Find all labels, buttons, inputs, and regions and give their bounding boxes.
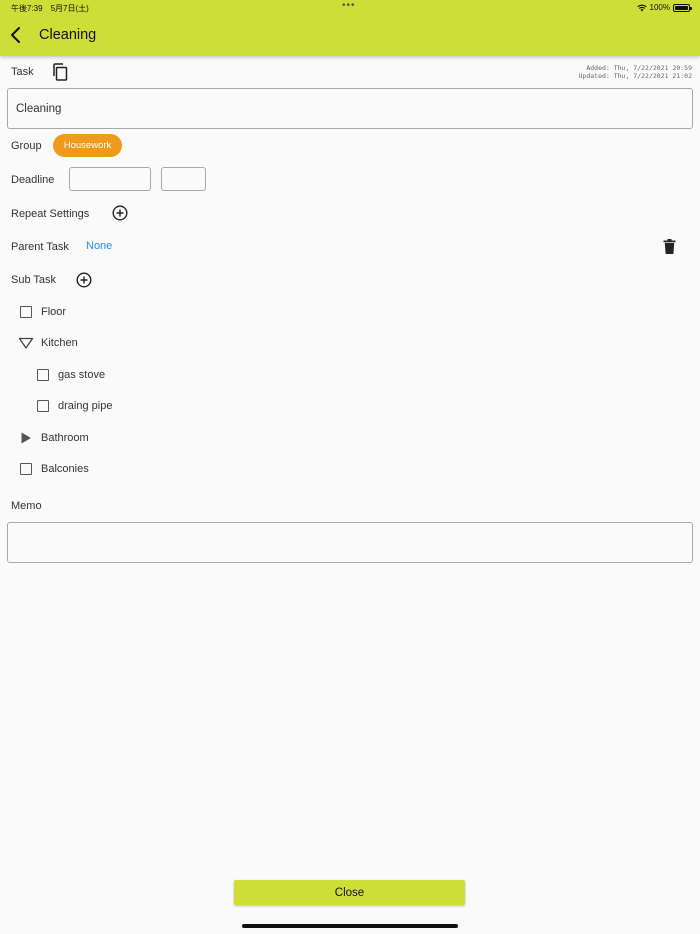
subtask-label: Kitchen: [41, 337, 78, 349]
subtask-label: draing pipe: [58, 400, 113, 412]
add-subtask-button[interactable]: [76, 272, 92, 288]
task-label: Task: [11, 66, 34, 78]
subtask-item-balconies[interactable]: Balconies: [20, 459, 89, 479]
subtask-label: Floor: [41, 306, 67, 318]
trash-icon[interactable]: [663, 239, 676, 254]
add-repeat-button[interactable]: [112, 205, 128, 221]
multitask-dots[interactable]: •••: [342, 0, 356, 11]
memo-label: Memo: [11, 500, 42, 512]
parent-task-label: Parent Task: [11, 241, 69, 253]
back-button[interactable]: [6, 24, 28, 46]
collapsed-triangle-icon[interactable]: [20, 432, 32, 444]
checkbox[interactable]: [37, 369, 49, 381]
sub-task-label: Sub Task: [11, 274, 57, 286]
battery-percent: 100%: [649, 3, 670, 12]
chevron-left-icon: [11, 27, 20, 43]
battery-icon: [673, 3, 692, 12]
repeat-settings-label: Repeat Settings: [11, 208, 90, 220]
page-title: Cleaning: [39, 27, 97, 43]
wifi-icon: [636, 4, 647, 11]
task-name-input[interactable]: [7, 88, 693, 129]
subtask-item-floor[interactable]: Floor: [20, 302, 66, 322]
subtask-item-kitchen[interactable]: Kitchen: [18, 333, 78, 353]
status-time: 午後7:39 5月7日(土): [11, 4, 89, 13]
expanded-triangle-icon[interactable]: [18, 337, 34, 349]
subtask-item-gas-stove[interactable]: gas stove: [37, 365, 105, 385]
parent-task-link[interactable]: None: [86, 240, 112, 252]
memo-input[interactable]: [7, 522, 693, 563]
close-button[interactable]: Close: [234, 880, 465, 905]
timestamps: Added: Thu, 7/22/2021 20:59 Updated: Thu…: [579, 64, 693, 80]
deadline-time-field[interactable]: [161, 167, 206, 191]
checkbox[interactable]: [37, 400, 49, 412]
added-timestamp: Added: Thu, 7/22/2021 20:59: [586, 64, 692, 72]
deadline-label: Deadline: [11, 174, 55, 186]
status-right: 100%: [636, 3, 692, 12]
subtask-label: gas stove: [58, 369, 106, 381]
checkbox[interactable]: [20, 463, 32, 475]
subtask-label: Bathroom: [41, 432, 89, 444]
subtask-label: Balconies: [41, 463, 89, 475]
group-chip[interactable]: Housework: [53, 134, 122, 157]
copy-icon[interactable]: [52, 63, 68, 81]
group-label: Group: [11, 140, 42, 152]
deadline-date-field[interactable]: [69, 167, 151, 191]
status-bar: 午後7:39 5月7日(土) ••• 100%: [0, 0, 700, 16]
home-indicator: [242, 924, 458, 928]
updated-timestamp: Updated: Thu, 7/22/2021 21:02: [578, 72, 693, 80]
subtask-item-bathroom[interactable]: Bathroom: [20, 428, 89, 448]
app-bar: 午後7:39 5月7日(土) ••• 100% Cleaning: [0, 0, 700, 56]
checkbox[interactable]: [20, 306, 32, 318]
subtask-item-draing-pipe[interactable]: draing pipe: [37, 396, 112, 416]
